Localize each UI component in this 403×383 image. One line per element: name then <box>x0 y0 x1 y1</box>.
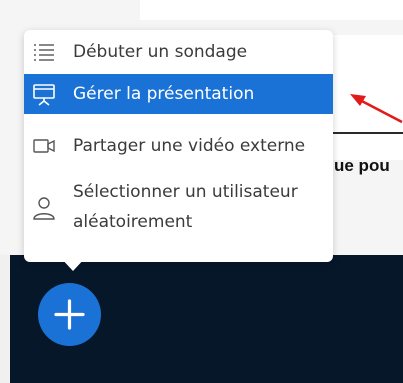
actions-menu: Débuter un sondage Gérer la présentation <box>24 30 333 262</box>
background-left-strip <box>0 255 10 383</box>
menu-item-select-random-user[interactable]: Sélectionner un utilisateur aléatoiremen… <box>24 176 333 240</box>
menu-item-label: Débuter un sondage <box>73 42 248 62</box>
red-arrow-icon <box>350 94 403 124</box>
menu-item-start-poll[interactable]: Débuter un sondage <box>24 34 333 70</box>
menu-item-label: Gérer la présentation <box>73 84 255 104</box>
menu-item-manage-presentation[interactable]: Gérer la présentation <box>24 74 333 114</box>
user-icon <box>32 196 56 220</box>
menu-item-share-external-video[interactable]: Partager une vidéo externe <box>24 128 333 164</box>
menu-item-label-line1: Sélectionner un utilisateur <box>73 182 298 202</box>
menu-item-label-line2: aléatoirement <box>73 212 193 232</box>
background-top-strip <box>140 0 403 20</box>
presentation-icon <box>32 82 56 106</box>
poll-list-icon <box>32 40 56 64</box>
plus-icon <box>54 299 85 330</box>
menu-pointer <box>60 257 86 271</box>
background-partial-text: ue pou <box>334 156 390 175</box>
background-divider <box>330 132 403 134</box>
menu-item-label: Partager une vidéo externe <box>73 136 306 156</box>
video-camera-icon <box>32 134 56 158</box>
actions-button[interactable] <box>38 283 101 346</box>
